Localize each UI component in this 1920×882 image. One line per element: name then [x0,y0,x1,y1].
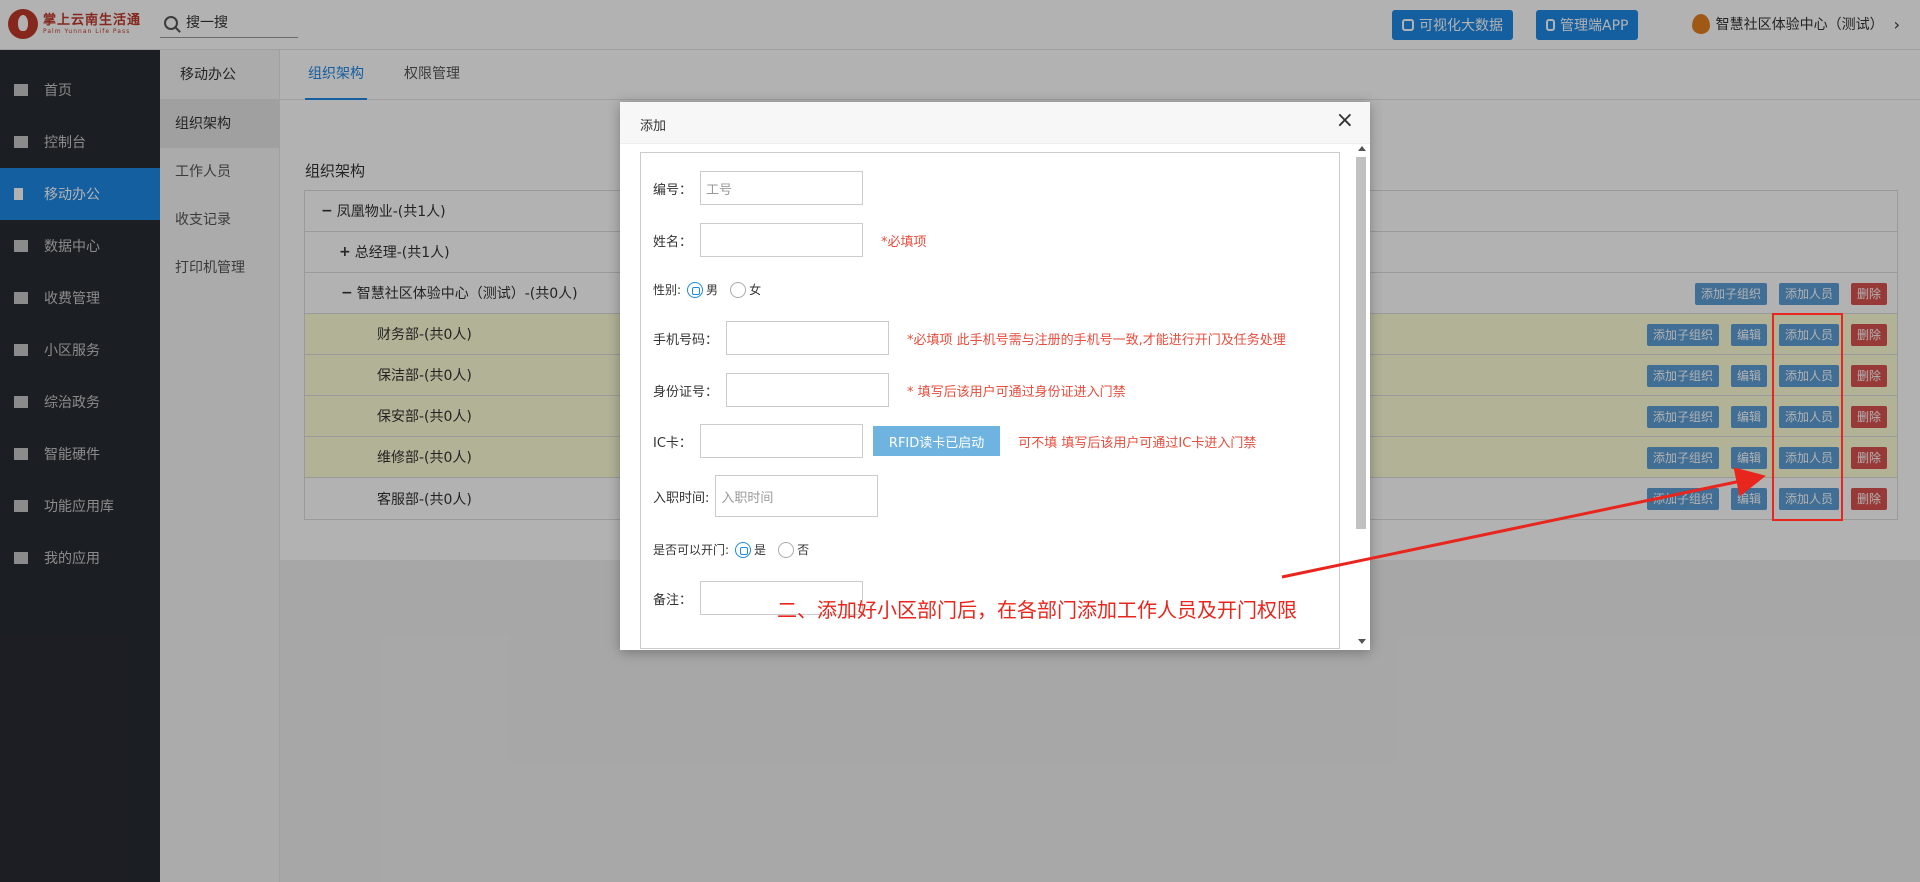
ic-hint: 可不填 填写后该用户可通过IC卡进入门禁 [1018,435,1257,451]
idcard-field[interactable] [726,373,890,407]
hire-label: 入职时间: [653,490,710,506]
gender-label: 性别: [653,283,682,297]
form-row-name: 姓名： *必填项 [653,223,927,257]
id-label: 编号： [653,182,693,198]
door-no-radio[interactable]: 否 [778,541,809,558]
gender-female-label: 女 [749,283,762,297]
rfid-button[interactable]: RFID读卡已启动 [872,426,1001,456]
name-hint: *必填项 [881,234,927,250]
hire-date-field[interactable]: 入职时间 [715,475,879,517]
gender-male-label: 男 [706,283,719,297]
door-yes-radio[interactable]: 是 [735,541,766,558]
dialog-scrollbar[interactable] [1356,146,1368,646]
dialog-form: 编号： 工号 姓名： *必填项 性别: 男 女 手机号码： *必填项 此手机号需… [640,152,1340,649]
highlight-box [1772,313,1843,521]
form-row-hire-date: 入职时间: 入职时间 [653,475,879,517]
idcard-label: 身份证号： [653,384,719,400]
ic-field[interactable] [699,424,863,458]
id-placeholder: 工号 [706,182,733,198]
radio-icon [730,281,747,298]
id-field[interactable]: 工号 [700,171,864,205]
gender-female-radio[interactable]: 女 [730,281,761,298]
remark-label: 备注： [653,592,693,608]
form-row-ic: IC卡： RFID读卡已启动 可不填 填写后该用户可通过IC卡进入门禁 [653,424,1256,458]
form-row-id: 编号： 工号 [653,171,864,205]
radio-selected-icon [735,541,752,558]
gender-male-radio[interactable]: 男 [687,281,718,298]
name-field[interactable] [700,223,864,257]
radio-selected-icon [687,281,704,298]
form-row-gender: 性别: 男 女 [653,281,773,298]
door-no-label: 否 [797,543,810,557]
scroll-down-icon[interactable] [1358,639,1366,644]
form-row-phone: 手机号码： *必填项 此手机号需与注册的手机号一致,才能进行开门及任务处理 [653,321,1286,355]
ic-label: IC卡： [653,435,692,451]
form-row-door: 是否可以开门: 是 否 [653,541,821,558]
idcard-hint: * 填写后该用户可通过身份证进入门禁 [907,384,1126,400]
scroll-up-icon[interactable] [1358,146,1366,151]
phone-label: 手机号码： [653,332,719,348]
door-label: 是否可以开门: [653,543,730,557]
phone-field[interactable] [726,321,890,355]
annotation-text: 二、添加好小区部门后，在各部门添加工作人员及开门权限 [777,598,1297,622]
add-dialog: 添加 × 编号： 工号 姓名： *必填项 性别: 男 女 手机号码： *必填项 … [620,102,1370,650]
radio-icon [778,541,795,558]
name-label: 姓名： [653,234,693,250]
dialog-title: 添加 [640,119,667,134]
dialog-header: 添加 × [620,102,1370,144]
door-yes-label: 是 [754,543,767,557]
phone-hint: *必填项 此手机号需与注册的手机号一致,才能进行开门及任务处理 [907,332,1286,348]
hire-date-placeholder: 入职时间 [721,490,774,506]
scroll-thumb[interactable] [1356,157,1366,529]
close-icon[interactable]: × [1336,110,1354,132]
form-row-idcard: 身份证号： * 填写后该用户可通过身份证进入门禁 [653,373,1126,407]
